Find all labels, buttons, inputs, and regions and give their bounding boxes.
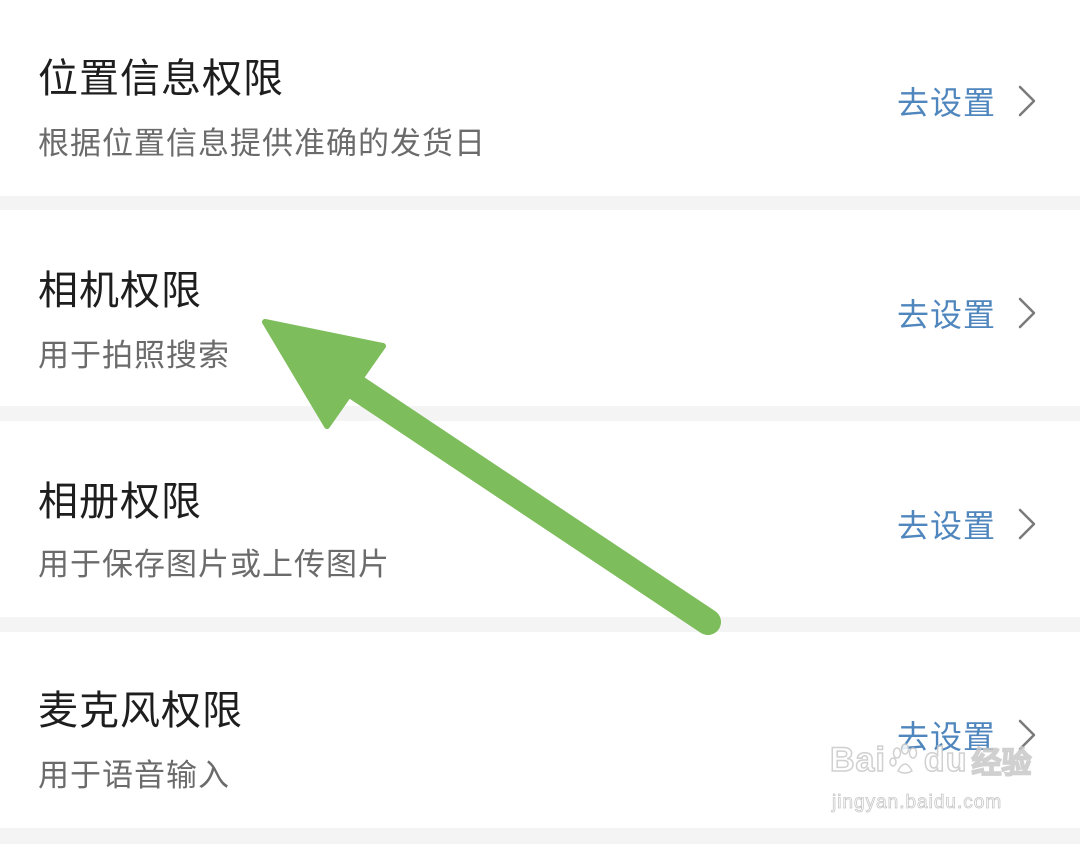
permission-title: 相册权限 [38,479,202,525]
settings-link-label: 去设置 [896,296,996,334]
permission-description: 用于拍照搜索 [38,338,230,374]
permission-title: 位置信息权限 [38,56,284,102]
permission-description: 用于语音输入 [38,758,230,794]
chevron-right-icon [1018,508,1036,540]
permission-item-camera: 相机权限 用于拍照搜索 去设置 [0,210,1080,406]
permission-settings-page: 位置信息权限 根据位置信息提供准确的发货日 去设置 相机权限 用于拍照搜索 去设… [0,0,1080,844]
permission-item-album: 相册权限 用于保存图片或上传图片 去设置 [0,421,1080,617]
settings-link-label: 去设置 [896,507,996,545]
chevron-right-icon [1018,297,1036,329]
settings-link-label: 去设置 [896,84,996,122]
permission-item-microphone: 麦克风权限 用于语音输入 去设置 [0,632,1080,828]
permission-title: 相机权限 [38,268,202,314]
permission-item-location: 位置信息权限 根据位置信息提供准确的发货日 去设置 [0,0,1080,196]
chevron-right-icon [1018,85,1036,117]
camera-settings-button[interactable]: 去设置 [897,290,1042,336]
chevron-right-icon [1018,719,1036,751]
permission-title: 麦克风权限 [38,688,243,734]
permission-description: 用于保存图片或上传图片 [38,547,390,583]
settings-link-label: 去设置 [896,718,996,756]
location-settings-button[interactable]: 去设置 [897,78,1042,124]
permission-description: 根据位置信息提供准确的发货日 [38,126,486,162]
album-settings-button[interactable]: 去设置 [897,501,1042,547]
microphone-settings-button[interactable]: 去设置 [897,712,1042,758]
